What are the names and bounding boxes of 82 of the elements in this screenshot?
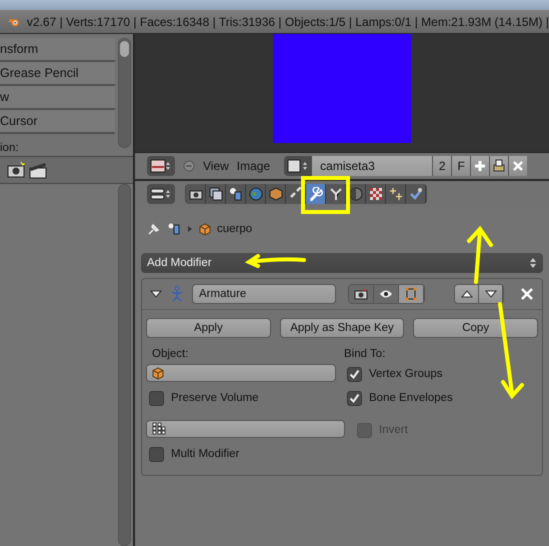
property-tab[interactable] <box>306 184 326 204</box>
editmode-toggle[interactable] <box>399 285 424 303</box>
globe-icon <box>248 187 262 201</box>
property-tab[interactable] <box>186 184 206 204</box>
move-down-button[interactable] <box>479 285 503 303</box>
modifier-action-button[interactable]: Copy <box>413 318 538 338</box>
object-field[interactable] <box>146 364 336 382</box>
camera-icon[interactable] <box>6 161 26 179</box>
editor-type-selector[interactable] <box>147 184 175 204</box>
property-tab[interactable] <box>386 184 406 204</box>
bone-icon <box>328 187 342 201</box>
checker-icon <box>368 187 382 201</box>
property-tab[interactable] <box>266 184 286 204</box>
new-image-button[interactable] <box>470 156 490 176</box>
scene-icon <box>228 187 242 201</box>
camera-icon <box>354 288 368 300</box>
caret-icon <box>187 225 193 233</box>
scrollbar[interactable] <box>118 38 131 148</box>
cube-icon <box>268 187 282 201</box>
close-icon <box>511 159 526 173</box>
render-toggle[interactable] <box>349 285 374 303</box>
field-label: Object: <box>151 348 190 360</box>
checkbox[interactable]: Vertex Groups <box>344 364 538 384</box>
modifier-name-field[interactable]: Armature <box>192 284 336 304</box>
menu-item[interactable]: Image <box>236 159 270 173</box>
highlight-box <box>301 176 350 214</box>
checkbox[interactable]: Preserve Volume <box>146 388 336 408</box>
panel-tab[interactable]: Grease Pencil <box>0 62 115 86</box>
panel-tab[interactable]: nsform <box>0 38 115 62</box>
vertices-icon <box>404 287 418 301</box>
up-triangle-icon <box>460 290 472 298</box>
collapse-arrow-icon[interactable] <box>150 289 162 299</box>
property-tab[interactable] <box>326 184 346 204</box>
collapse-icon[interactable] <box>183 160 195 172</box>
panel-tab[interactable]: w <box>0 86 115 110</box>
editor-type-selector[interactable] <box>147 156 175 176</box>
checkbox[interactable]: Bone Envelopes <box>344 388 538 408</box>
arrow-annotation <box>467 226 493 284</box>
arrow-annotation <box>244 254 306 268</box>
physics-icon <box>408 187 422 201</box>
field-label: Bind To: <box>344 348 386 360</box>
menu-item[interactable]: View <box>203 159 229 173</box>
sparkle-icon <box>388 187 402 201</box>
modifier-action-button[interactable]: Apply <box>146 318 271 338</box>
property-tab[interactable] <box>406 184 426 204</box>
wrench-icon <box>308 187 322 201</box>
updown-caret-icon <box>529 257 537 269</box>
image-name-field[interactable]: camiseta3 <box>312 156 432 176</box>
checkbox[interactable]: Multi Modifier <box>146 444 336 464</box>
property-tab[interactable] <box>226 184 246 204</box>
close-button[interactable] <box>508 156 528 176</box>
panel-tab[interactable]: Cursor <box>0 110 115 134</box>
folder-icon <box>492 159 506 173</box>
scrollbar[interactable] <box>118 184 131 546</box>
object-name: cuerpo <box>217 223 252 235</box>
viewport-toggle[interactable] <box>374 285 399 303</box>
modifier-action-button[interactable]: Apply as Shape Key <box>280 318 404 338</box>
users-count-button[interactable]: 2 <box>432 156 452 176</box>
scene-stats: v2.67 | Verts:17170 | Faces:16348 | Tris:31936 | Objects:1/5 | Lamps:0/1 | Mem:21.93M (14.15M) | <box>26 14 549 28</box>
vertex-group-field[interactable] <box>146 420 345 438</box>
open-image-button[interactable] <box>489 156 508 176</box>
armature-icon <box>170 286 184 302</box>
image-browse-button[interactable] <box>284 156 312 176</box>
property-tab[interactable] <box>206 184 226 204</box>
pin-icon[interactable] <box>147 222 161 236</box>
close-icon[interactable] <box>520 287 534 301</box>
checkmark-icon <box>349 368 360 380</box>
clapperboard-icon[interactable] <box>28 161 48 179</box>
cube-icon <box>152 366 164 380</box>
property-tab[interactable] <box>366 184 386 204</box>
checkmark-icon <box>349 392 360 404</box>
panel-caption: ion: <box>0 142 20 154</box>
add-modifier-dropdown[interactable]: Add Modifier <box>141 253 543 273</box>
eye-icon <box>379 289 393 299</box>
down-triangle-icon <box>484 290 496 298</box>
sphere-icon <box>348 187 362 201</box>
move-up-button[interactable] <box>455 285 479 303</box>
layers-icon <box>208 187 222 201</box>
cube-icon <box>199 222 211 236</box>
vertex-group-icon <box>152 422 166 436</box>
scene-icon <box>167 222 181 236</box>
fake-user-button[interactable]: F <box>451 156 470 176</box>
